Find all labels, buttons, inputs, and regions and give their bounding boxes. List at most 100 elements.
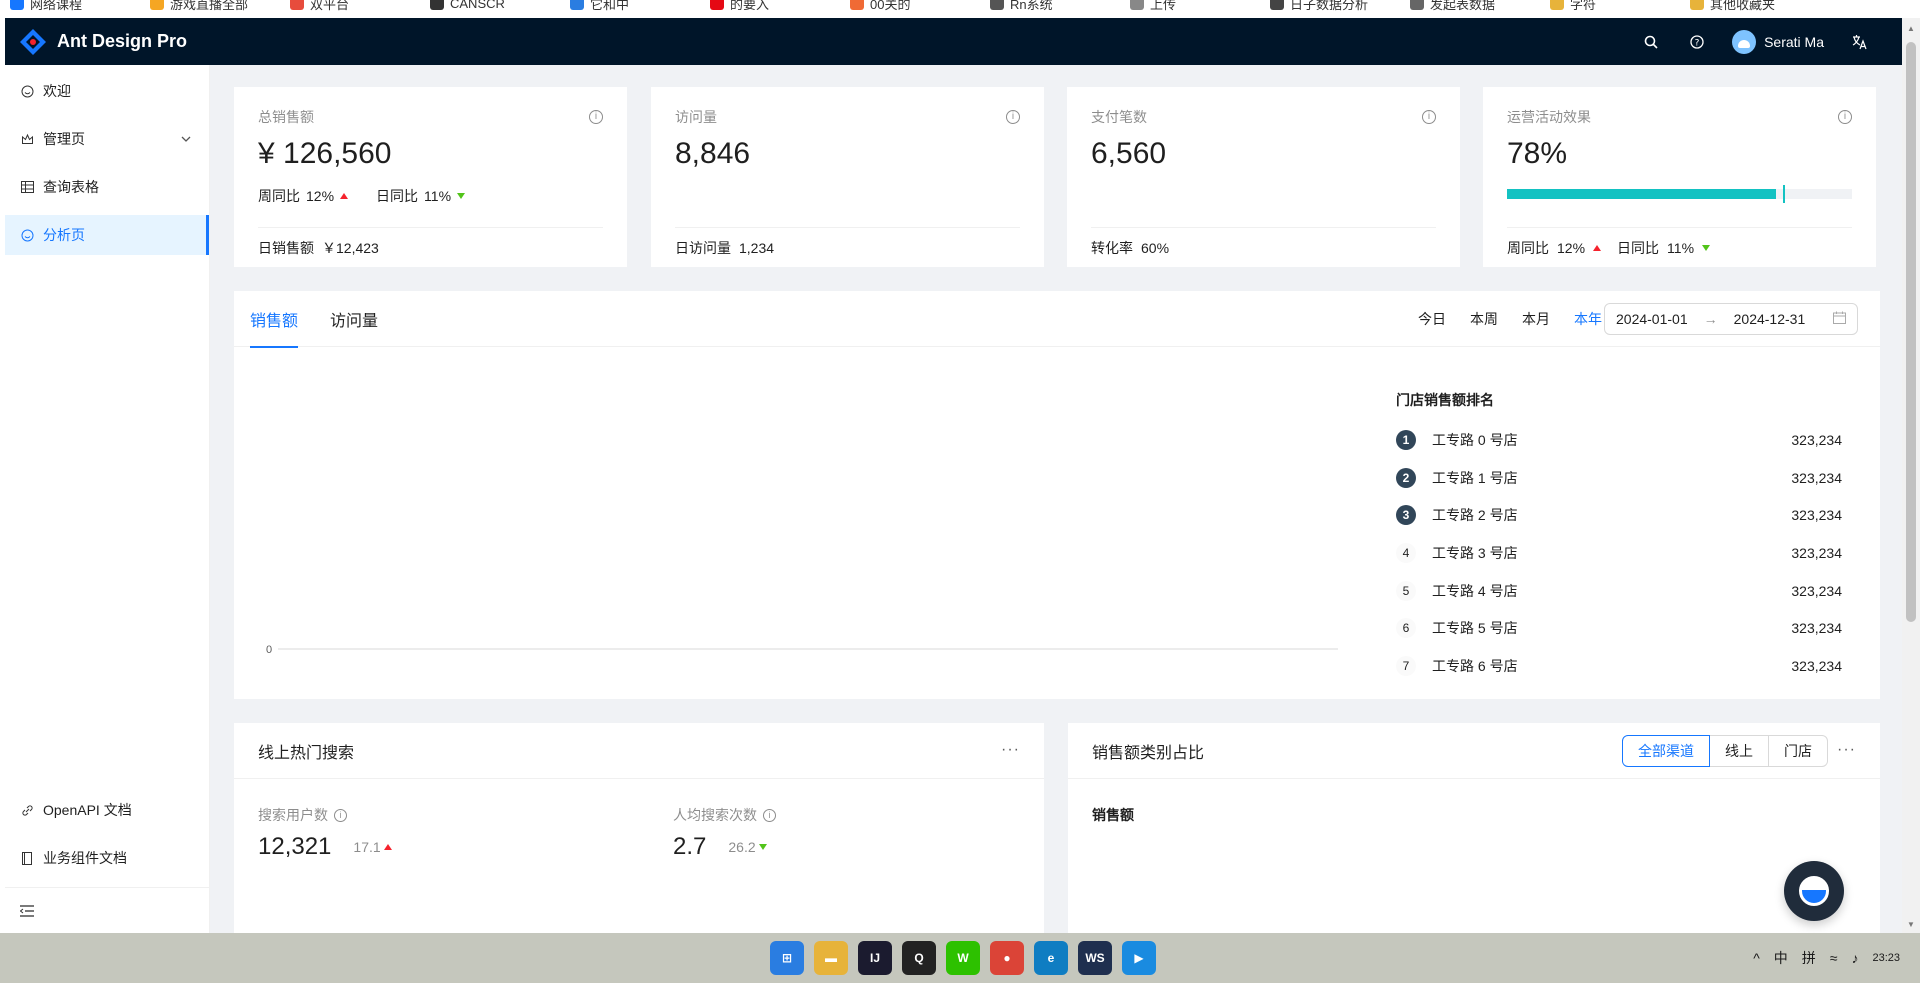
- rank-value: 323,234: [1791, 657, 1842, 674]
- bookmark-item[interactable]: 00关的: [850, 0, 910, 12]
- rank-value: 323,234: [1791, 507, 1842, 524]
- range-week[interactable]: 本周: [1470, 309, 1498, 329]
- date-start[interactable]: 2024-01-01: [1616, 311, 1688, 327]
- date-end[interactable]: 2024-12-31: [1734, 311, 1806, 327]
- rank-item: 6 工专路 5 号店 323,234: [1396, 609, 1842, 647]
- bookmark-item[interactable]: 的要入: [710, 0, 769, 12]
- range-today[interactable]: 今日: [1418, 309, 1446, 329]
- date-range-picker[interactable]: 2024-01-01 → 2024-12-31: [1604, 303, 1858, 335]
- caret-up-icon: [340, 193, 349, 199]
- bookmark-item[interactable]: 游戏直播全部: [150, 0, 248, 12]
- volume-icon[interactable]: ♪: [1851, 950, 1858, 966]
- ellipsis-icon[interactable]: ···: [1837, 741, 1856, 759]
- bookmark-favicon-icon: [570, 0, 584, 10]
- file-explorer-icon[interactable]: ▬: [814, 941, 848, 975]
- wechat-icon[interactable]: W: [946, 941, 980, 975]
- ime-pinyin[interactable]: 拼: [1802, 948, 1816, 968]
- bookmark-item[interactable]: 日子数据分析: [1270, 0, 1368, 12]
- bookmark-item[interactable]: 字符: [1550, 0, 1596, 12]
- sidebar-item-welcome[interactable]: 欢迎: [5, 71, 209, 111]
- chrome-icon[interactable]: ●: [990, 941, 1024, 975]
- qq-icon[interactable]: Q: [902, 941, 936, 975]
- edge-icon[interactable]: e: [1034, 941, 1068, 975]
- footer-label: 日访问量: [675, 239, 731, 256]
- segment-online[interactable]: 线上: [1709, 735, 1769, 767]
- bookmark-item[interactable]: 它和中: [570, 0, 629, 12]
- ime-chinese[interactable]: 中: [1774, 948, 1788, 968]
- bookmark-favicon-icon: [1410, 0, 1424, 10]
- info-circle-icon[interactable]: i: [1838, 110, 1852, 124]
- media-player-icon[interactable]: ▶: [1122, 941, 1156, 975]
- trend-value: 11%: [424, 188, 452, 204]
- wifi-icon[interactable]: ≈: [1830, 950, 1838, 966]
- bookmark-label: 它和中: [590, 0, 630, 12]
- bookmark-label: 00关的: [870, 0, 911, 12]
- pie-title: 销售额: [1092, 807, 1134, 823]
- stat-title: 访问量: [675, 109, 717, 125]
- bookmark-item[interactable]: 网络课程: [10, 0, 82, 12]
- scrollbar-thumb[interactable]: [1906, 42, 1916, 622]
- bookmark-item[interactable]: 双平台: [290, 0, 349, 12]
- ellipsis-icon[interactable]: ···: [1001, 741, 1020, 759]
- stat-trend: 周同比 12% 日同比 11%: [258, 185, 603, 207]
- trend-value: 12%: [306, 188, 335, 204]
- rank-value: 323,234: [1791, 469, 1842, 486]
- rank-number: 3: [1396, 505, 1416, 526]
- rank-number: 5: [1396, 580, 1416, 601]
- sidebar-item-table[interactable]: 查询表格: [5, 167, 209, 207]
- sidebar-item-analysis[interactable]: 分析页: [5, 215, 209, 255]
- info-circle-icon[interactable]: i: [1006, 110, 1020, 124]
- info-circle-icon[interactable]: i: [589, 110, 603, 124]
- bookmark-label: 上传: [1150, 0, 1177, 12]
- bookmark-label: 字符: [1570, 0, 1597, 12]
- page-scrollbar[interactable]: ▲ ▼: [1902, 18, 1920, 933]
- bookmark-item[interactable]: 其他收藏夹: [1690, 0, 1775, 12]
- chevron-up-icon[interactable]: ^: [1753, 950, 1760, 966]
- footer-value: ￥12,423: [322, 239, 379, 256]
- caret-down-icon: [758, 844, 767, 850]
- sidebar-item-openapi[interactable]: OpenAPI 文档: [5, 790, 209, 830]
- trend-label: 日同比: [1617, 239, 1660, 256]
- scroll-up-icon[interactable]: ▲: [1907, 24, 1915, 33]
- stat-footer: 转化率 60%: [1091, 227, 1436, 267]
- scroll-down-icon[interactable]: ▼: [1907, 920, 1915, 929]
- bookmark-item[interactable]: 上传: [1130, 0, 1176, 12]
- intellij-icon[interactable]: IJ: [858, 941, 892, 975]
- sidebar-item-components[interactable]: 业务组件文档: [5, 838, 209, 878]
- tab-visits[interactable]: 访问量: [330, 291, 378, 347]
- bookmark-favicon-icon: [10, 0, 24, 10]
- rank-name: 工专路 0 号店: [1432, 431, 1518, 448]
- tab-sales[interactable]: 销售额: [250, 291, 299, 348]
- bookmark-item[interactable]: CANSCR: [430, 0, 505, 12]
- float-assistant-button[interactable]: [1784, 861, 1844, 921]
- bookmark-label: 游戏直播全部: [170, 0, 249, 12]
- logo[interactable]: Ant Design Pro: [19, 28, 187, 56]
- start-menu-icon[interactable]: ⊞: [770, 941, 804, 975]
- segment-all[interactable]: 全部渠道: [1622, 735, 1710, 767]
- segment-store[interactable]: 门店: [1768, 735, 1828, 767]
- bookmark-item[interactable]: Rn系统: [990, 0, 1053, 12]
- bookmark-favicon-icon: [990, 0, 1004, 10]
- bookmark-label: 日子数据分析: [1290, 0, 1369, 12]
- stat-footer: 日销售额 ￥12,423: [258, 227, 603, 267]
- range-month[interactable]: 本月: [1522, 309, 1550, 329]
- sidebar-item-admin[interactable]: 管理页: [5, 119, 209, 159]
- assistant-icon: [1799, 876, 1829, 906]
- range-year[interactable]: 本年: [1574, 309, 1602, 329]
- chart-zero-label: 0: [266, 644, 272, 656]
- info-circle-icon[interactable]: i: [334, 808, 347, 822]
- rank-item: 1 工专路 0 号店 323,234: [1396, 421, 1842, 459]
- menu-fold-icon[interactable]: [5, 887, 209, 933]
- rank-name: 工专路 3 号店: [1432, 544, 1518, 561]
- arrow-right-icon: →: [1703, 311, 1718, 327]
- caret-up-icon: [1593, 244, 1602, 251]
- system-clock[interactable]: 23:23: [1872, 951, 1900, 965]
- mini-label: 搜索用户数: [258, 807, 328, 823]
- bookmark-favicon-icon: [150, 0, 164, 10]
- info-circle-icon[interactable]: i: [763, 808, 776, 822]
- info-circle-icon[interactable]: i: [1422, 110, 1436, 124]
- webstorm-icon[interactable]: WS: [1078, 941, 1112, 975]
- bookmark-item[interactable]: 发起表数据: [1410, 0, 1495, 12]
- avg-search-stat: 人均搜索次数 i 2.7 26.2: [673, 805, 776, 861]
- bookmark-favicon-icon: [290, 0, 304, 10]
